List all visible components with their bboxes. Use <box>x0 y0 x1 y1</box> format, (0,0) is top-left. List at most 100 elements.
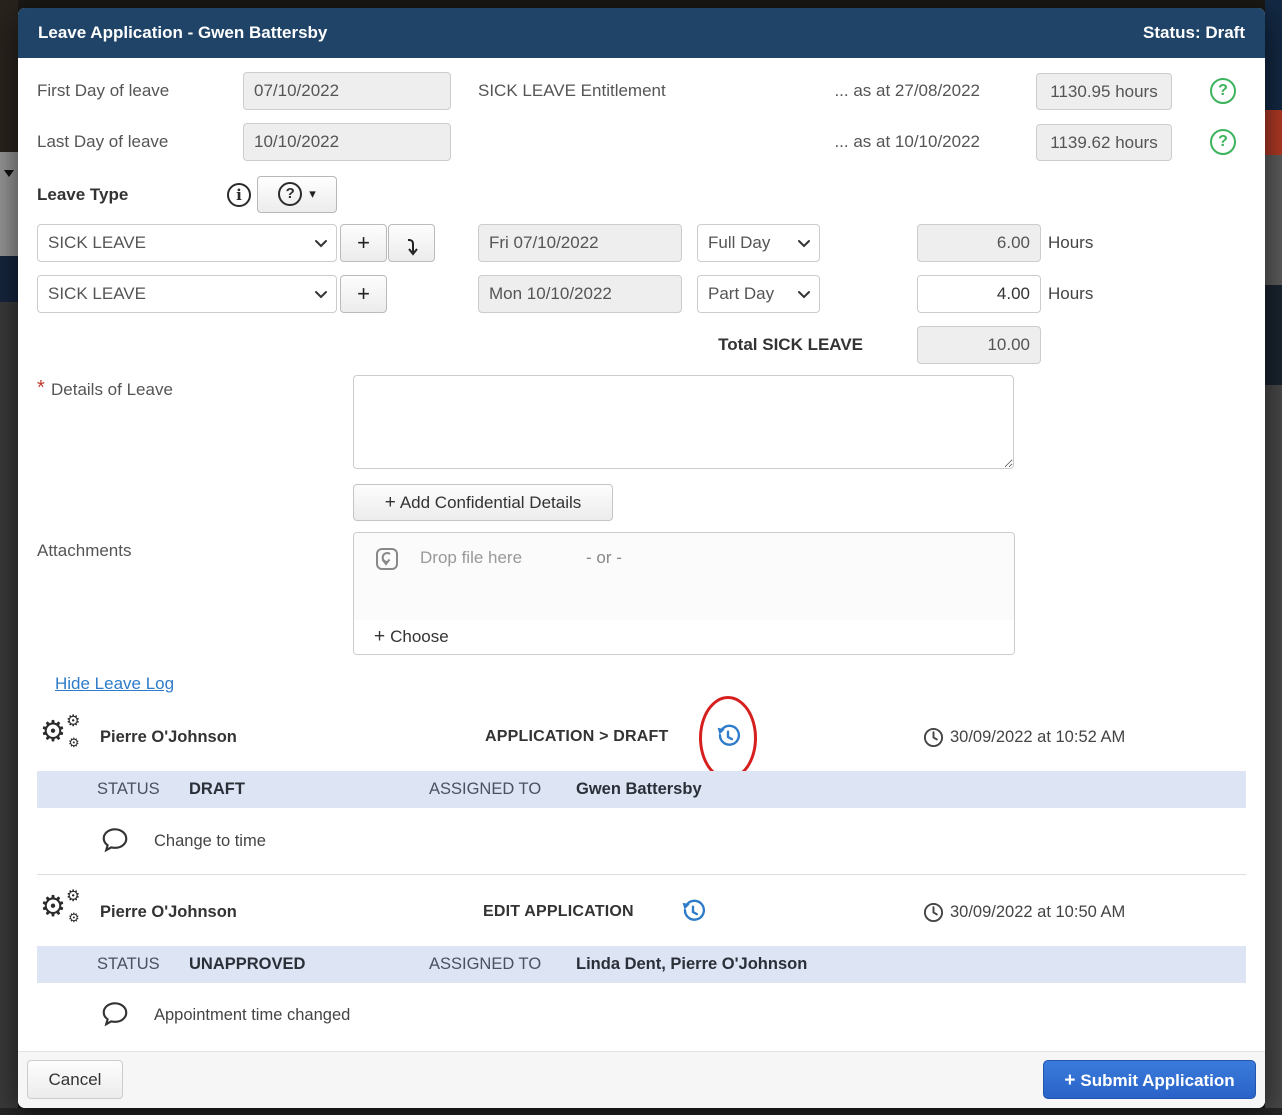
log-entry-action: APPLICATION > DRAFT <box>485 724 669 750</box>
assigned-key: ASSIGNED TO <box>429 946 541 983</box>
entitlement-help-icon-1[interactable]: ? <box>1210 78 1236 104</box>
log-entry-timestamp: 30/09/2022 at 10:52 AM <box>950 724 1125 750</box>
log-entry-timestamp: 30/09/2022 at 10:50 AM <box>950 899 1125 925</box>
gear-tiny-icon: ⚙ <box>68 911 80 924</box>
leave-type-select-1-value: SICK LEAVE <box>48 233 146 252</box>
dialog-footer: Cancel + Submit Application <box>18 1051 1265 1108</box>
chevron-down-icon <box>314 239 328 248</box>
hours-label-1: Hours <box>1048 224 1093 262</box>
page-background-left-navy <box>0 256 18 302</box>
log-entry-user: Pierre O'Johnson <box>100 724 237 750</box>
last-day-input[interactable] <box>243 123 451 161</box>
total-hours-input[interactable] <box>917 326 1041 364</box>
choose-label: Choose <box>390 627 449 646</box>
plus-icon: + <box>1064 1070 1075 1091</box>
comment-bubble-icon <box>100 999 130 1029</box>
log-entry-comment: Change to time <box>154 826 266 856</box>
page-background-right-dark <box>1265 285 1282 385</box>
fill-down-button[interactable] <box>388 224 435 262</box>
leave-date-input-2[interactable] <box>478 275 682 313</box>
first-day-input[interactable] <box>243 72 451 110</box>
chevron-down-icon <box>797 290 811 299</box>
drop-file-icon <box>374 546 400 572</box>
required-asterisk: * <box>37 375 45 401</box>
day-type-select-2-value: Part Day <box>708 284 774 303</box>
log-status-row: STATUS UNAPPROVED ASSIGNED TO Linda Dent… <box>37 946 1246 983</box>
page-background-bottom <box>0 1108 1282 1115</box>
page-background-right-navy <box>1265 0 1282 110</box>
details-textarea[interactable] <box>353 375 1014 469</box>
drop-area[interactable]: Drop file here - or - <box>354 533 1014 620</box>
plus-icon: + <box>385 492 396 513</box>
info-icon[interactable]: i <box>227 183 251 207</box>
hours-label-2: Hours <box>1048 275 1093 313</box>
gear-small-icon: ⚙ <box>66 714 80 730</box>
gear-large-icon: ⚙ <box>40 893 66 922</box>
question-circle-icon: ? <box>278 182 302 206</box>
gear-large-icon: ⚙ <box>40 718 66 747</box>
submit-application-button[interactable]: + Submit Application <box>1043 1060 1256 1099</box>
add-confidential-button[interactable]: +Add Confidential Details <box>353 484 613 521</box>
hours-input-2[interactable] <box>917 275 1041 313</box>
page-background-left-photo <box>0 0 18 152</box>
submit-label: Submit Application <box>1080 1071 1234 1090</box>
leave-type-help-button[interactable]: ?▾ <box>257 176 337 213</box>
leave-date-input-1[interactable] <box>478 224 682 262</box>
add-confidential-label: Add Confidential Details <box>400 493 581 512</box>
leave-type-select-1[interactable]: SICK LEAVE <box>37 224 337 262</box>
clock-icon <box>923 727 944 748</box>
status-badge: Status: Draft <box>1143 8 1245 58</box>
entitlement-value-1: 1130.95 hours <box>1036 73 1172 110</box>
page-background-right-grey <box>1265 155 1282 285</box>
chevron-down-icon <box>797 239 811 248</box>
entitlement-value-2: 1139.62 hours <box>1036 124 1172 161</box>
hide-leave-log-link[interactable]: Hide Leave Log <box>55 674 174 694</box>
drop-file-text: Drop file here <box>420 543 522 573</box>
divider <box>37 874 1246 875</box>
assigned-value: Linda Dent, Pierre O'Johnson <box>576 946 807 983</box>
page-background-right-lower <box>1265 385 1282 1115</box>
gears-icon: ⚙ ⚙ ⚙ <box>40 716 88 760</box>
day-type-select-2[interactable]: Part Day <box>697 275 820 313</box>
page-background-right-orange <box>1265 110 1282 155</box>
status-value: UNAPPROVED <box>189 946 305 983</box>
status-value: DRAFT <box>189 771 245 808</box>
or-text: - or - <box>586 543 622 573</box>
assigned-value: Gwen Battersby <box>576 771 702 808</box>
choose-file-button[interactable]: +Choose <box>354 620 1014 655</box>
leave-type-label: Leave Type <box>37 176 128 214</box>
history-icon[interactable] <box>680 899 706 925</box>
last-day-label: Last Day of leave <box>37 123 168 161</box>
history-icon[interactable] <box>715 724 741 750</box>
day-type-select-1-value: Full Day <box>708 233 770 252</box>
dialog-title: Leave Application - Gwen Battersby <box>38 8 327 58</box>
cancel-button[interactable]: Cancel <box>27 1060 123 1099</box>
log-entry-user: Pierre O'Johnson <box>100 899 237 925</box>
gear-tiny-icon: ⚙ <box>68 736 80 749</box>
entitlement-label: SICK LEAVE Entitlement <box>478 72 666 110</box>
chevron-down-icon <box>314 290 328 299</box>
attachments-label: Attachments <box>37 532 132 570</box>
entitlement-help-icon-2[interactable]: ? <box>1210 129 1236 155</box>
page-background-left-grey <box>0 302 18 1115</box>
dialog-header: Leave Application - Gwen Battersby Statu… <box>18 8 1265 58</box>
gears-icon: ⚙ ⚙ ⚙ <box>40 891 88 935</box>
scrollbar-arrow-icon[interactable] <box>4 170 14 177</box>
page-background-left-scrollbar[interactable] <box>0 152 18 256</box>
file-dropzone[interactable]: Drop file here - or - +Choose <box>353 532 1015 655</box>
status-key: STATUS <box>97 771 160 808</box>
gear-small-icon: ⚙ <box>66 889 80 905</box>
leave-application-dialog: Leave Application - Gwen Battersby Statu… <box>18 8 1265 1108</box>
log-entry-action: EDIT APPLICATION <box>483 899 634 925</box>
hours-input-1[interactable] <box>917 224 1041 262</box>
clock-icon <box>923 902 944 923</box>
as-at-date-1: ... as at 27/08/2022 <box>758 72 980 110</box>
log-status-row: STATUS DRAFT ASSIGNED TO Gwen Battersby <box>37 771 1246 808</box>
add-leave-row-button-2[interactable]: + <box>340 275 387 313</box>
total-label: Total SICK LEAVE <box>618 326 863 364</box>
day-type-select-1[interactable]: Full Day <box>697 224 820 262</box>
comment-bubble-icon <box>100 825 130 855</box>
add-leave-row-button-1[interactable]: + <box>340 224 387 262</box>
leave-type-select-2[interactable]: SICK LEAVE <box>37 275 337 313</box>
as-at-date-2: ... as at 10/10/2022 <box>758 123 980 161</box>
